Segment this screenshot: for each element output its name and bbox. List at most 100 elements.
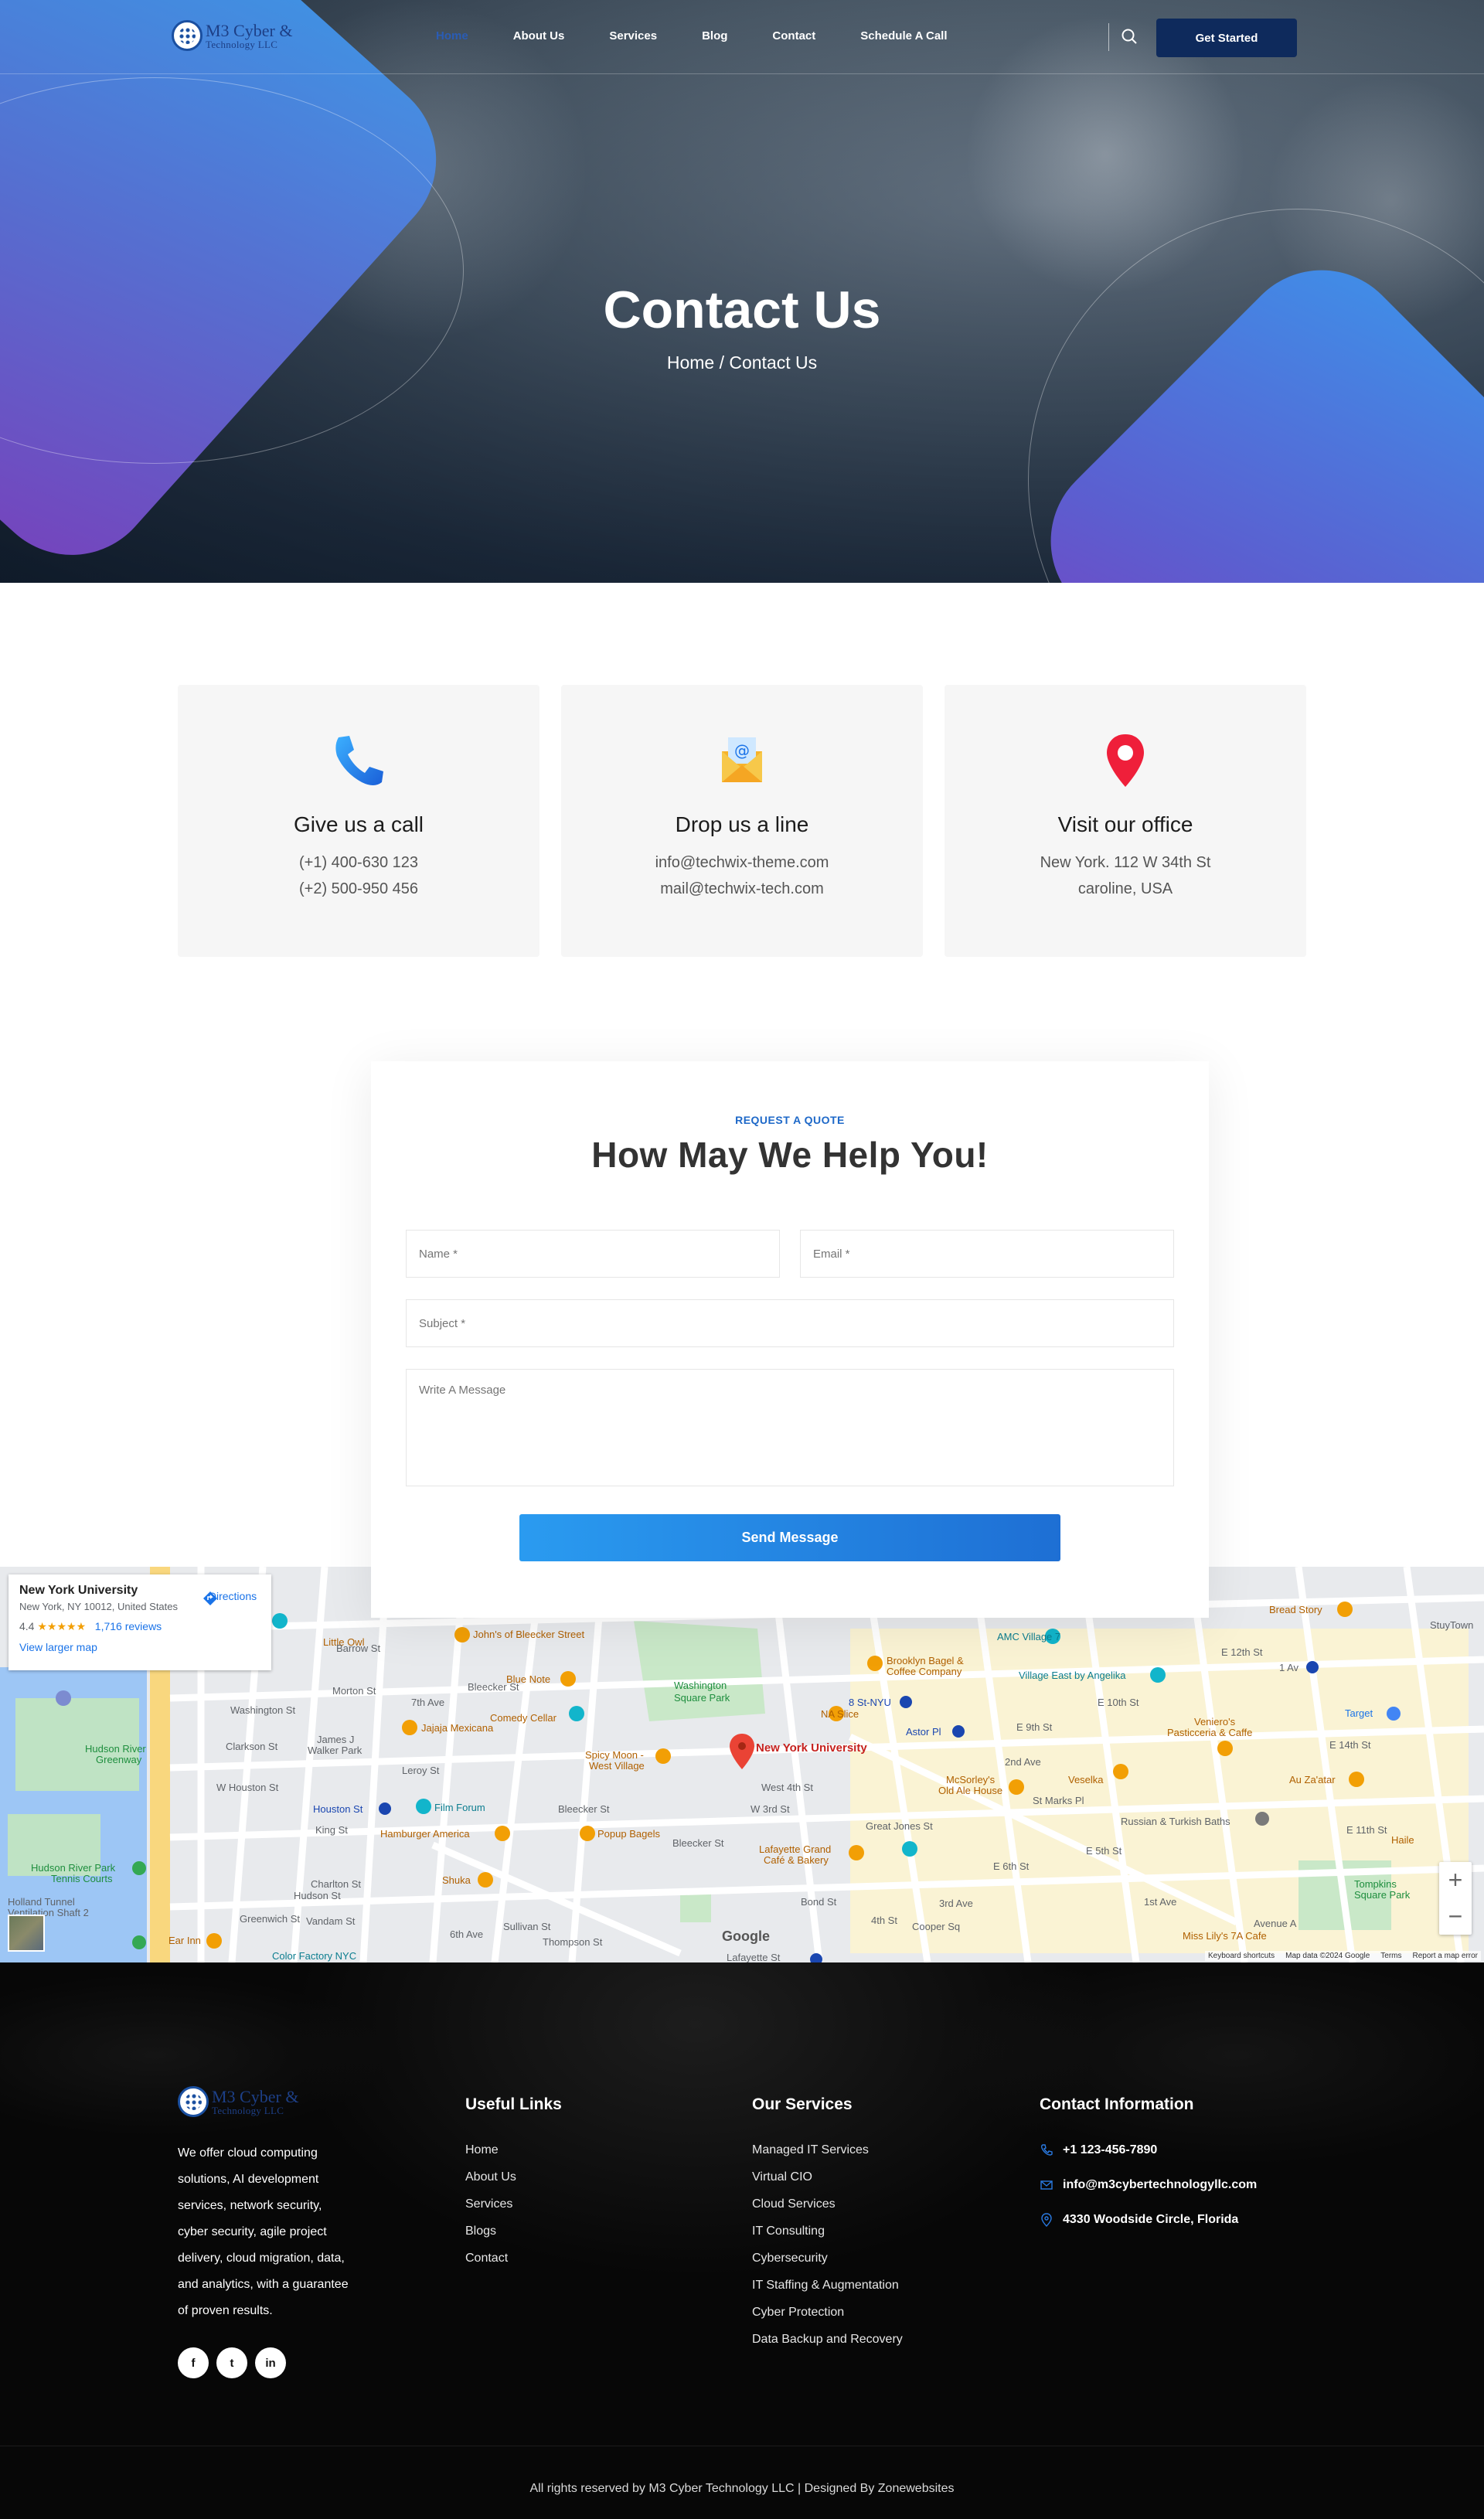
svg-text:McSorley's: McSorley's <box>946 1774 996 1785</box>
svg-text:Great Jones St: Great Jones St <box>866 1820 933 1832</box>
footer-service-link[interactable]: Virtual CIO <box>752 2170 903 2184</box>
svg-text:Cooper Sq: Cooper Sq <box>912 1921 960 1932</box>
svg-text:Greenway: Greenway <box>96 1754 142 1765</box>
map-place-address: New York, NY 10012, United States <box>19 1601 178 1612</box>
svg-text:Bleecker St: Bleecker St <box>672 1837 724 1849</box>
breadcrumb[interactable]: Home / Contact Us <box>0 352 1484 373</box>
card-line: New York. 112 W 34th St <box>1040 854 1211 871</box>
get-started-button[interactable]: Get Started <box>1156 19 1297 57</box>
footer-service-link[interactable]: Cybersecurity <box>752 2252 903 2265</box>
twitter-icon[interactable]: t <box>216 2347 247 2378</box>
logo-name-line2: Technology LLC <box>212 2104 284 2116</box>
logo-name-line2: Technology LLC <box>206 38 278 50</box>
phone-icon <box>335 736 383 785</box>
map-satellite-toggle[interactable] <box>8 1915 45 1952</box>
svg-text:West Village: West Village <box>589 1760 645 1772</box>
svg-text:E 14th St: E 14th St <box>1329 1739 1371 1751</box>
reviews-link[interactable]: 1,716 reviews <box>95 1620 162 1632</box>
footer-email[interactable]: info@m3cybertechnologyllc.com <box>1040 2178 1257 2192</box>
footer-service-link[interactable]: Data Backup and Recovery <box>752 2333 903 2347</box>
linkedin-icon[interactable]: in <box>255 2347 286 2378</box>
svg-text:Pasticceria & Caffe: Pasticceria & Caffe <box>1167 1727 1252 1738</box>
search-icon[interactable] <box>1121 28 1138 45</box>
nav-item-contact[interactable]: Contact <box>772 29 815 43</box>
report-map-error-link[interactable]: Report a map error <box>1413 1952 1478 1960</box>
name-field[interactable] <box>406 1230 780 1278</box>
svg-text:West 4th St: West 4th St <box>761 1782 813 1793</box>
page-title: Contact Us <box>603 281 881 339</box>
nav-item-about-us[interactable]: About Us <box>513 29 565 43</box>
footer-link-about-us[interactable]: About Us <box>465 2170 562 2184</box>
svg-text:Target: Target <box>1345 1707 1373 1719</box>
svg-text:Bread Story: Bread Story <box>1269 1604 1322 1615</box>
footer-service-link[interactable]: IT Staffing & Augmentation <box>752 2279 903 2293</box>
footer-link-home[interactable]: Home <box>465 2143 562 2157</box>
footer-phone-text: +1 123-456-7890 <box>1063 2143 1158 2156</box>
message-field[interactable] <box>406 1369 1174 1486</box>
footer-logo[interactable]: M3 Cyber & Technology LLC <box>178 2086 354 2117</box>
footer-address: 4330 Woodside Circle, Florida <box>1040 2213 1257 2227</box>
svg-text:James J: James J <box>317 1734 354 1745</box>
svg-text:Old Ale House: Old Ale House <box>938 1785 1002 1796</box>
svg-text:Leroy St: Leroy St <box>402 1765 440 1776</box>
svg-text:Miss Lily's 7A Cafe: Miss Lily's 7A Cafe <box>1183 1930 1267 1942</box>
svg-text:Popup Bagels: Popup Bagels <box>597 1828 660 1840</box>
svg-text:Veselka: Veselka <box>1068 1774 1104 1785</box>
directions-button[interactable]: Directions <box>202 1590 264 1605</box>
email-icon <box>1040 2180 1053 2190</box>
footer-service-link[interactable]: Cloud Services <box>752 2197 903 2211</box>
email-envelope-icon: @ <box>722 737 762 782</box>
logo-name-line1: M3 Cyber & <box>212 2086 299 2106</box>
facebook-icon[interactable]: f <box>178 2347 209 2378</box>
svg-text:2nd Ave: 2nd Ave <box>1005 1756 1041 1768</box>
footer-link-contact[interactable]: Contact <box>465 2252 562 2265</box>
nav-item-schedule-a-call[interactable]: Schedule A Call <box>860 29 947 43</box>
social-links: f t in <box>178 2347 354 2378</box>
svg-text:4th St: 4th St <box>871 1915 897 1926</box>
nav-item-services[interactable]: Services <box>609 29 657 43</box>
map-data-text: Map data ©2024 Google <box>1285 1952 1370 1960</box>
card-line[interactable]: info@techwix-theme.com <box>561 849 923 876</box>
svg-text:Walker Park: Walker Park <box>308 1745 362 1756</box>
terms-link[interactable]: Terms <box>1380 1952 1401 1960</box>
location-map[interactable]: John's of Bleecker Street Blue Note Come… <box>0 1567 1484 1962</box>
footer-useful-links: Useful Links Home About Us Services Blog… <box>465 2048 562 2279</box>
nav-item-blog[interactable]: Blog <box>702 29 727 43</box>
svg-text:Tennis Courts: Tennis Courts <box>51 1873 113 1884</box>
svg-text:8 St-NYU: 8 St-NYU <box>849 1697 891 1708</box>
svg-text:Washington St: Washington St <box>230 1704 295 1716</box>
svg-text:Shuka: Shuka <box>442 1874 471 1886</box>
footer-link-blogs[interactable]: Blogs <box>465 2225 562 2238</box>
zoom-out-button[interactable]: − <box>1439 1898 1472 1935</box>
svg-text:Hamburger America: Hamburger America <box>380 1828 470 1840</box>
view-larger-map-link[interactable]: View larger map <box>19 1641 260 1653</box>
svg-text:John's of Bleecker Street: John's of Bleecker Street <box>473 1629 584 1640</box>
footer-service-link[interactable]: IT Consulting <box>752 2225 903 2238</box>
contact-card-email: @ Drop us a line info@techwix-theme.com … <box>561 685 923 957</box>
svg-text:Square Park: Square Park <box>674 1692 730 1704</box>
footer-service-link[interactable]: Cyber Protection <box>752 2306 903 2320</box>
email-field[interactable] <box>800 1230 1174 1278</box>
card-line: caroline, USA <box>1077 880 1173 897</box>
nav-item-home[interactable]: Home <box>436 29 468 43</box>
svg-text:AMC Village 7: AMC Village 7 <box>997 1631 1060 1642</box>
zoom-in-button[interactable]: + <box>1439 1862 1472 1898</box>
svg-text:Avenue A: Avenue A <box>1254 1918 1297 1929</box>
logo-icon <box>178 2086 209 2117</box>
keyboard-shortcuts-link[interactable]: Keyboard shortcuts <box>1208 1952 1275 1960</box>
site-logo[interactable]: M3 Cyber & Technology LLC <box>172 20 292 51</box>
card-line[interactable]: mail@techwix-tech.com <box>561 876 923 902</box>
footer-phone[interactable]: +1 123-456-7890 <box>1040 2143 1257 2157</box>
quote-form: REQUEST A QUOTE How May We Help You! Sen… <box>371 1061 1209 1618</box>
site-header: M3 Cyber & Technology LLC Home About Us … <box>0 0 1484 74</box>
svg-text:Bleecker St: Bleecker St <box>468 1681 519 1693</box>
map-pin-label[interactable]: New York University <box>756 1741 867 1755</box>
subject-field[interactable] <box>406 1299 1174 1347</box>
footer-link-services[interactable]: Services <box>465 2197 562 2211</box>
svg-text:@: @ <box>734 741 750 760</box>
footer-service-link[interactable]: Managed IT Services <box>752 2143 903 2157</box>
card-line: (+1) 400-630 123 <box>298 854 418 871</box>
svg-text:Spicy Moon -: Spicy Moon - <box>585 1749 644 1761</box>
logo-text: M3 Cyber & Technology LLC <box>206 22 292 49</box>
send-message-button[interactable]: Send Message <box>519 1514 1060 1561</box>
